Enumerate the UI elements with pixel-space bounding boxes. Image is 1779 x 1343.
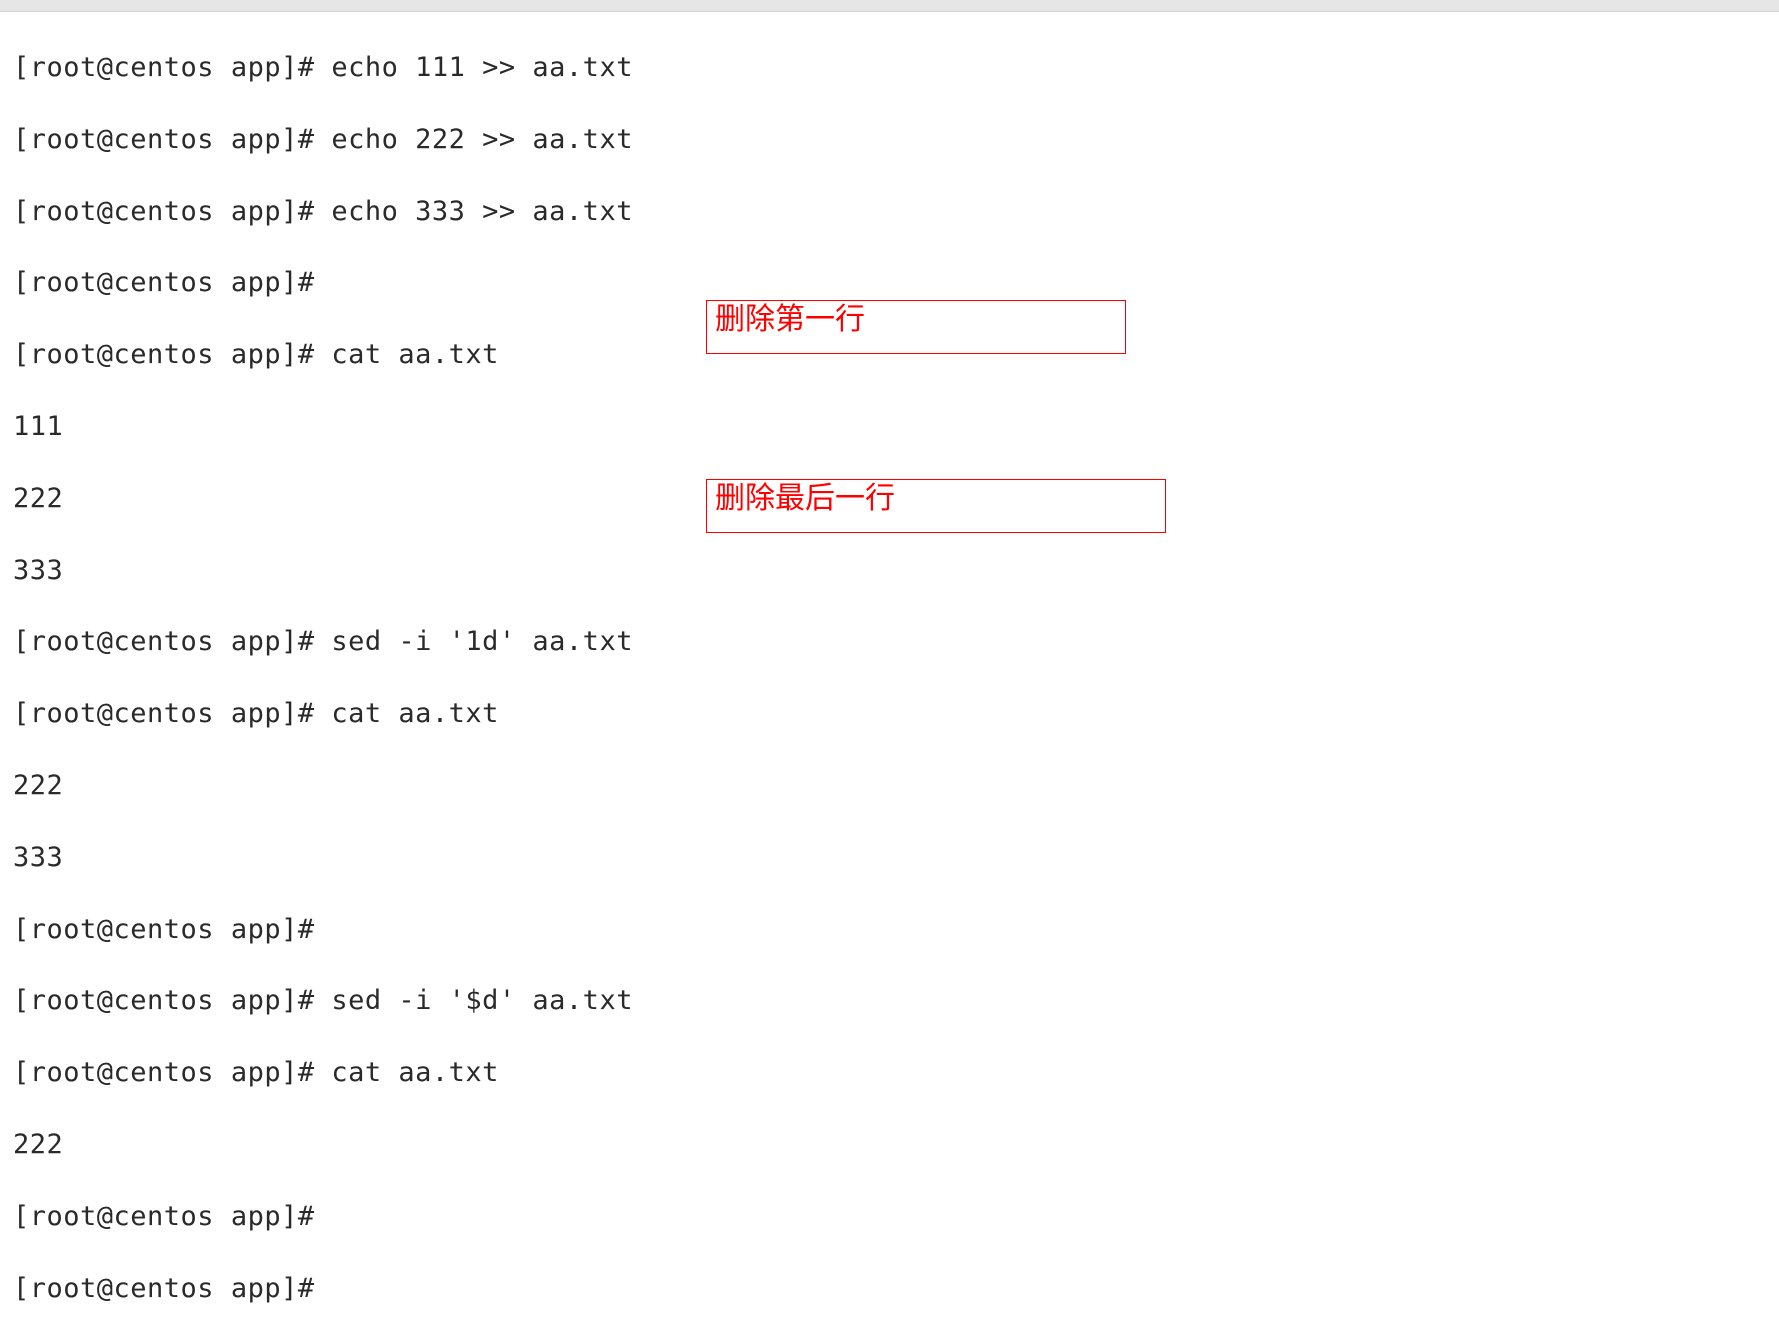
terminal-line: [root@centos app]#	[13, 1271, 1779, 1307]
terminal-line: 222	[13, 1127, 1779, 1163]
terminal-line: [root@centos app]# sed -i '$d' aa.txt	[13, 983, 1779, 1019]
terminal-output[interactable]: [root@centos app]# echo 111 >> aa.txt [r…	[13, 14, 1779, 1343]
terminal-line: 333	[13, 840, 1779, 876]
terminal-line: 222	[13, 768, 1779, 804]
window-topbar	[0, 0, 1779, 12]
terminal-line: [root@centos app]# sed -i '1d' aa.txt	[13, 624, 1779, 660]
terminal-line: [root@centos app]# echo 222 >> aa.txt	[13, 122, 1779, 158]
terminal-line: [root@centos app]# cat aa.txt	[13, 1055, 1779, 1091]
terminal-line: [root@centos app]#	[13, 265, 1779, 301]
terminal-line: 222	[13, 481, 1779, 517]
terminal-line: [root@centos app]# cat aa.txt	[13, 696, 1779, 732]
terminal-line: [root@centos app]#	[13, 1199, 1779, 1235]
terminal-line: [root@centos app]# echo 111 >> aa.txt	[13, 50, 1779, 86]
terminal-line: [root@centos app]# cat aa.txt	[13, 337, 1779, 373]
terminal-line: 333	[13, 553, 1779, 589]
terminal-line: [root@centos app]# echo 333 >> aa.txt	[13, 194, 1779, 230]
terminal-line: 111	[13, 409, 1779, 445]
terminal-line: [root@centos app]#	[13, 912, 1779, 948]
